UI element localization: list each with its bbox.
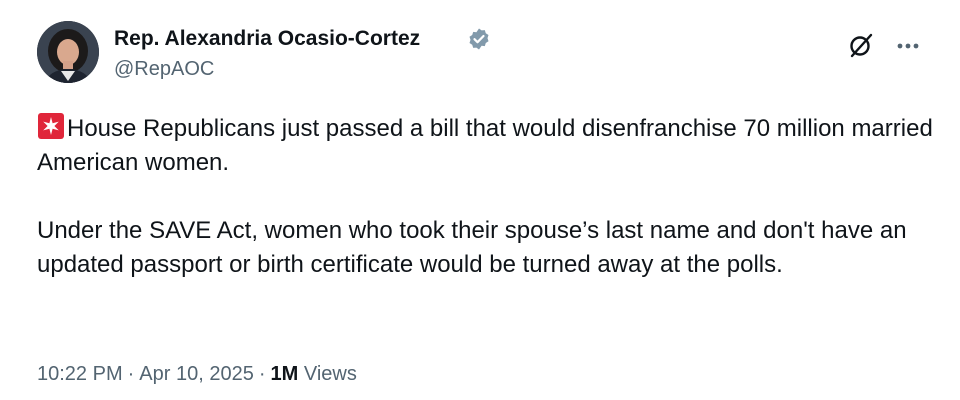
meta-separator: · xyxy=(258,363,266,385)
author-handle[interactable]: @RepAOC xyxy=(114,57,214,81)
tweet-card: Rep. Alexandria Ocasio-Cortez @RepAOC Ho… xyxy=(0,0,960,400)
more-icon[interactable] xyxy=(893,31,923,59)
tweet-time[interactable]: 10:22 PM xyxy=(37,363,123,385)
tweet-text: House Republicans just passed a bill tha… xyxy=(37,112,937,282)
avatar[interactable] xyxy=(37,21,99,83)
meta-separator: · xyxy=(127,363,135,385)
tweet-paragraph-1: House Republicans just passed a bill tha… xyxy=(37,112,937,180)
tweet-date[interactable]: Apr 10, 2025 xyxy=(139,363,254,385)
views-count: 1M xyxy=(270,363,299,385)
verified-badge-icon xyxy=(467,27,491,51)
views-label: Views xyxy=(303,363,357,385)
tweet-paragraph-2: Under the SAVE Act, women who took their… xyxy=(37,217,907,278)
tweet-paragraph-1-text: House Republicans just passed a bill tha… xyxy=(37,115,933,176)
rotating-light-icon xyxy=(37,112,65,140)
author-name[interactable]: Rep. Alexandria Ocasio-Cortez xyxy=(114,26,420,52)
grok-icon[interactable] xyxy=(847,31,875,59)
tweet-meta: 10:22 PM · Apr 10, 2025 · 1M Views xyxy=(37,362,357,386)
